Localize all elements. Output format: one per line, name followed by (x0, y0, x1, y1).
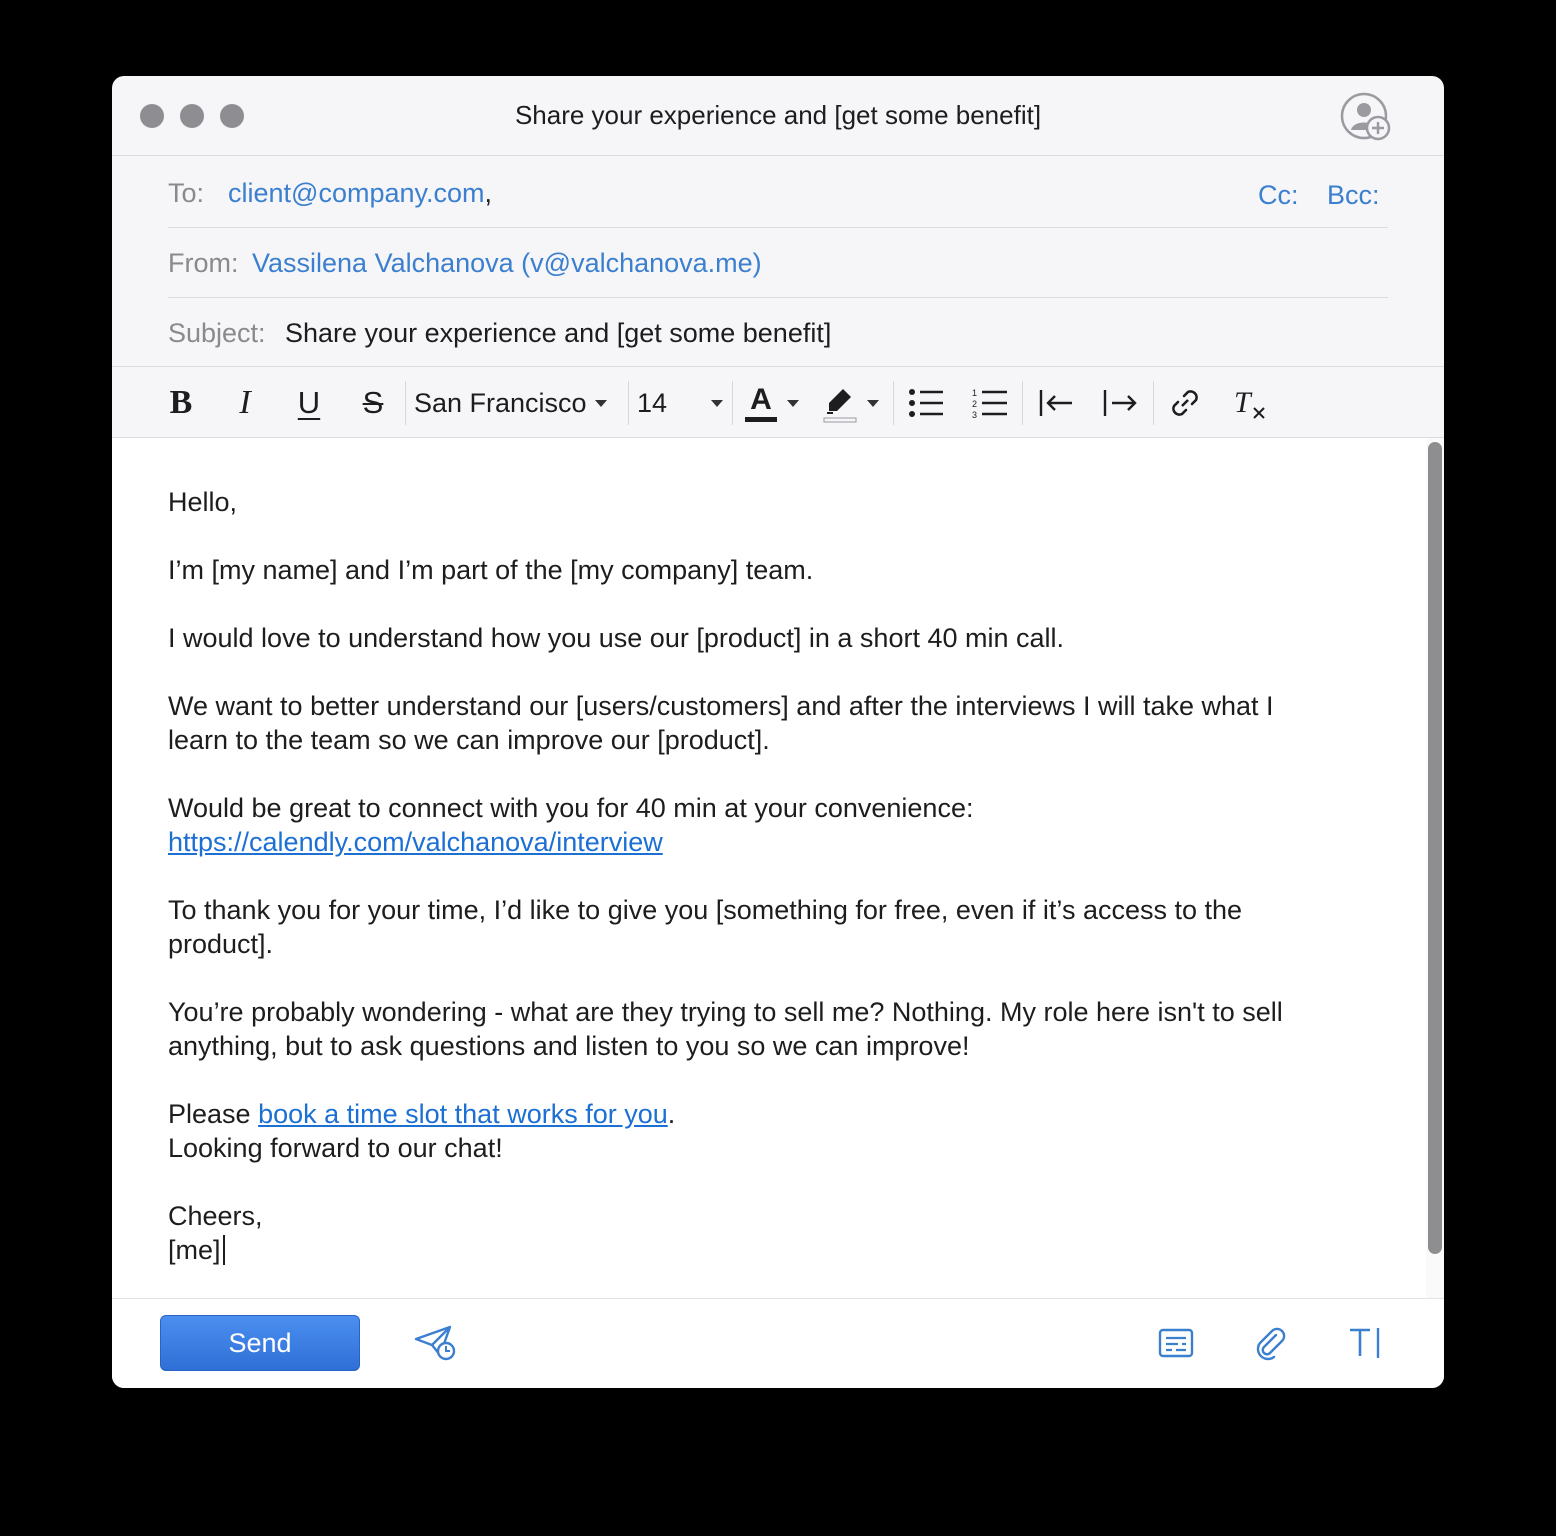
svg-text:3: 3 (972, 410, 977, 419)
italic-icon: I (239, 384, 251, 421)
attachment-button[interactable] (1246, 1319, 1294, 1367)
italic-button[interactable]: I (224, 377, 266, 429)
toolbar-divider (893, 381, 894, 425)
body-line: Would be great to connect with you for 4… (168, 793, 974, 823)
text-color-swatch (745, 416, 777, 422)
outdent-button[interactable] (1034, 377, 1078, 429)
to-field[interactable]: client@company.com, (228, 178, 492, 209)
svg-text:1: 1 (972, 388, 977, 398)
send-button[interactable]: Send (160, 1315, 360, 1371)
link-icon (1172, 390, 1198, 416)
signature-icon (1350, 1328, 1380, 1358)
body-text: . (667, 1099, 676, 1129)
insert-link-button[interactable] (1164, 377, 1206, 429)
body-line: Looking forward to our chat! (168, 1133, 503, 1163)
text-color-button[interactable]: A (742, 377, 802, 429)
compose-footer: Send (112, 1298, 1444, 1388)
font-family-value: San Francisco (414, 387, 587, 418)
from-label: From: (168, 248, 239, 278)
add-contact-button[interactable] (1340, 92, 1396, 144)
toolbar-divider (1022, 381, 1023, 425)
body-paragraph: Would be great to connect with you for 4… (168, 791, 973, 859)
from-row: From: Vassilena Valchanova (v@valchanova… (168, 228, 1388, 298)
numbered-list-icon: 1 2 3 (972, 388, 1007, 419)
to-row: To: client@company.com, Cc: Bcc: (168, 158, 1388, 228)
signature-line: [me] (168, 1235, 221, 1265)
bcc-button[interactable]: Bcc: (1327, 180, 1380, 211)
font-size-select[interactable]: 14 (637, 377, 723, 429)
chevron-down-icon (787, 399, 799, 407)
font-size-value: 14 (637, 387, 668, 418)
outdent-icon (1039, 390, 1072, 416)
strikethrough-button[interactable]: S (352, 377, 394, 429)
font-family-select[interactable]: San Francisco (414, 377, 624, 429)
from-selector[interactable]: Vassilena Valchanova (v@valchanova.me) (252, 248, 762, 279)
chevron-down-icon (867, 399, 879, 407)
closing-line: Cheers, (168, 1201, 263, 1231)
signature-block: Cheers, [me] (168, 1199, 263, 1267)
cc-button[interactable]: Cc: (1258, 180, 1299, 211)
underline-button[interactable]: U (288, 377, 330, 429)
body-paragraph: I’m [my name] and I’m part of the [my co… (168, 555, 814, 585)
highlight-icon (823, 389, 857, 423)
chevron-down-icon (594, 399, 607, 407)
window-title: Share your experience and [get some bene… (514, 100, 1042, 130)
subject-field[interactable]: Share your experience and [get some bene… (285, 318, 831, 349)
recipient-separator: , (484, 178, 493, 208)
body-line: learn to the team so we can improve our … (168, 725, 770, 755)
text-cursor (222, 1235, 225, 1265)
svg-text:T: T (1234, 386, 1253, 419)
clear-formatting-button[interactable]: T (1228, 377, 1272, 429)
formatting-toolbar: B I U S San Francisco 14 A 1 2 3 T (112, 366, 1444, 438)
chevron-down-icon (711, 399, 723, 407)
attachment-icon (1256, 1327, 1286, 1361)
svg-text:2: 2 (972, 399, 977, 409)
body-line: anything, but to ask questions and liste… (168, 1031, 970, 1061)
template-icon (1158, 1328, 1194, 1358)
toolbar-divider (732, 381, 733, 425)
add-contact-icon (1340, 92, 1391, 141)
signature-button[interactable] (1342, 1319, 1390, 1367)
template-button[interactable] (1152, 1319, 1200, 1367)
body-paragraph: You’re probably wondering - what are the… (168, 995, 1283, 1063)
to-label: To: (168, 178, 205, 208)
text-color-glyph: A (750, 382, 772, 416)
body-line: We want to better understand our [users/… (168, 691, 1274, 721)
toolbar-divider (405, 381, 406, 425)
bold-button[interactable]: B (160, 377, 202, 429)
body-paragraph: Please book a time slot that works for y… (168, 1097, 675, 1165)
highlight-button[interactable] (820, 377, 882, 429)
numbered-list-button[interactable]: 1 2 3 (970, 377, 1010, 429)
title-bar: Share your experience and [get some bene… (112, 76, 1444, 156)
strikethrough-icon: S (362, 385, 384, 420)
recipient-token[interactable]: client@company.com (228, 178, 485, 208)
toolbar-divider (628, 381, 629, 425)
body-paragraph: To thank you for your time, I’d like to … (168, 893, 1242, 961)
indent-icon (1103, 390, 1137, 416)
body-line: product]. (168, 929, 274, 959)
body-line: You’re probably wondering - what are the… (168, 997, 1283, 1027)
compose-window: Share your experience and [get some bene… (112, 76, 1444, 1388)
body-paragraph: I would love to understand how you use o… (168, 623, 1065, 653)
underline-icon: U (297, 385, 321, 420)
text-color-icon: A (745, 382, 777, 422)
body-text: Please (168, 1099, 259, 1129)
send-later-button[interactable] (412, 1319, 460, 1367)
greeting-line: Hello, (168, 487, 238, 517)
bulleted-list-icon (909, 389, 943, 417)
send-later-icon (414, 1325, 456, 1361)
message-body[interactable]: Hello, I’m [my name] and I’m part of the… (112, 438, 1426, 1298)
body-line: To thank you for your time, I’d like to … (168, 895, 1243, 925)
book-slot-link[interactable]: book a time slot that works for you (258, 1099, 668, 1129)
scrollbar-thumb[interactable] (1428, 442, 1442, 1254)
clear-format-icon: T (1234, 386, 1265, 419)
calendly-link[interactable]: https://calendly.com/valchanova/intervie… (168, 827, 663, 857)
subject-label: Subject: (168, 318, 266, 348)
indent-button[interactable] (1098, 377, 1142, 429)
bulleted-list-button[interactable] (906, 377, 946, 429)
bold-icon: B (169, 384, 193, 421)
toolbar-divider (1153, 381, 1154, 425)
subject-row: Subject: Share your experience and [get … (168, 298, 1388, 368)
body-paragraph: We want to better understand our [users/… (168, 689, 1274, 757)
